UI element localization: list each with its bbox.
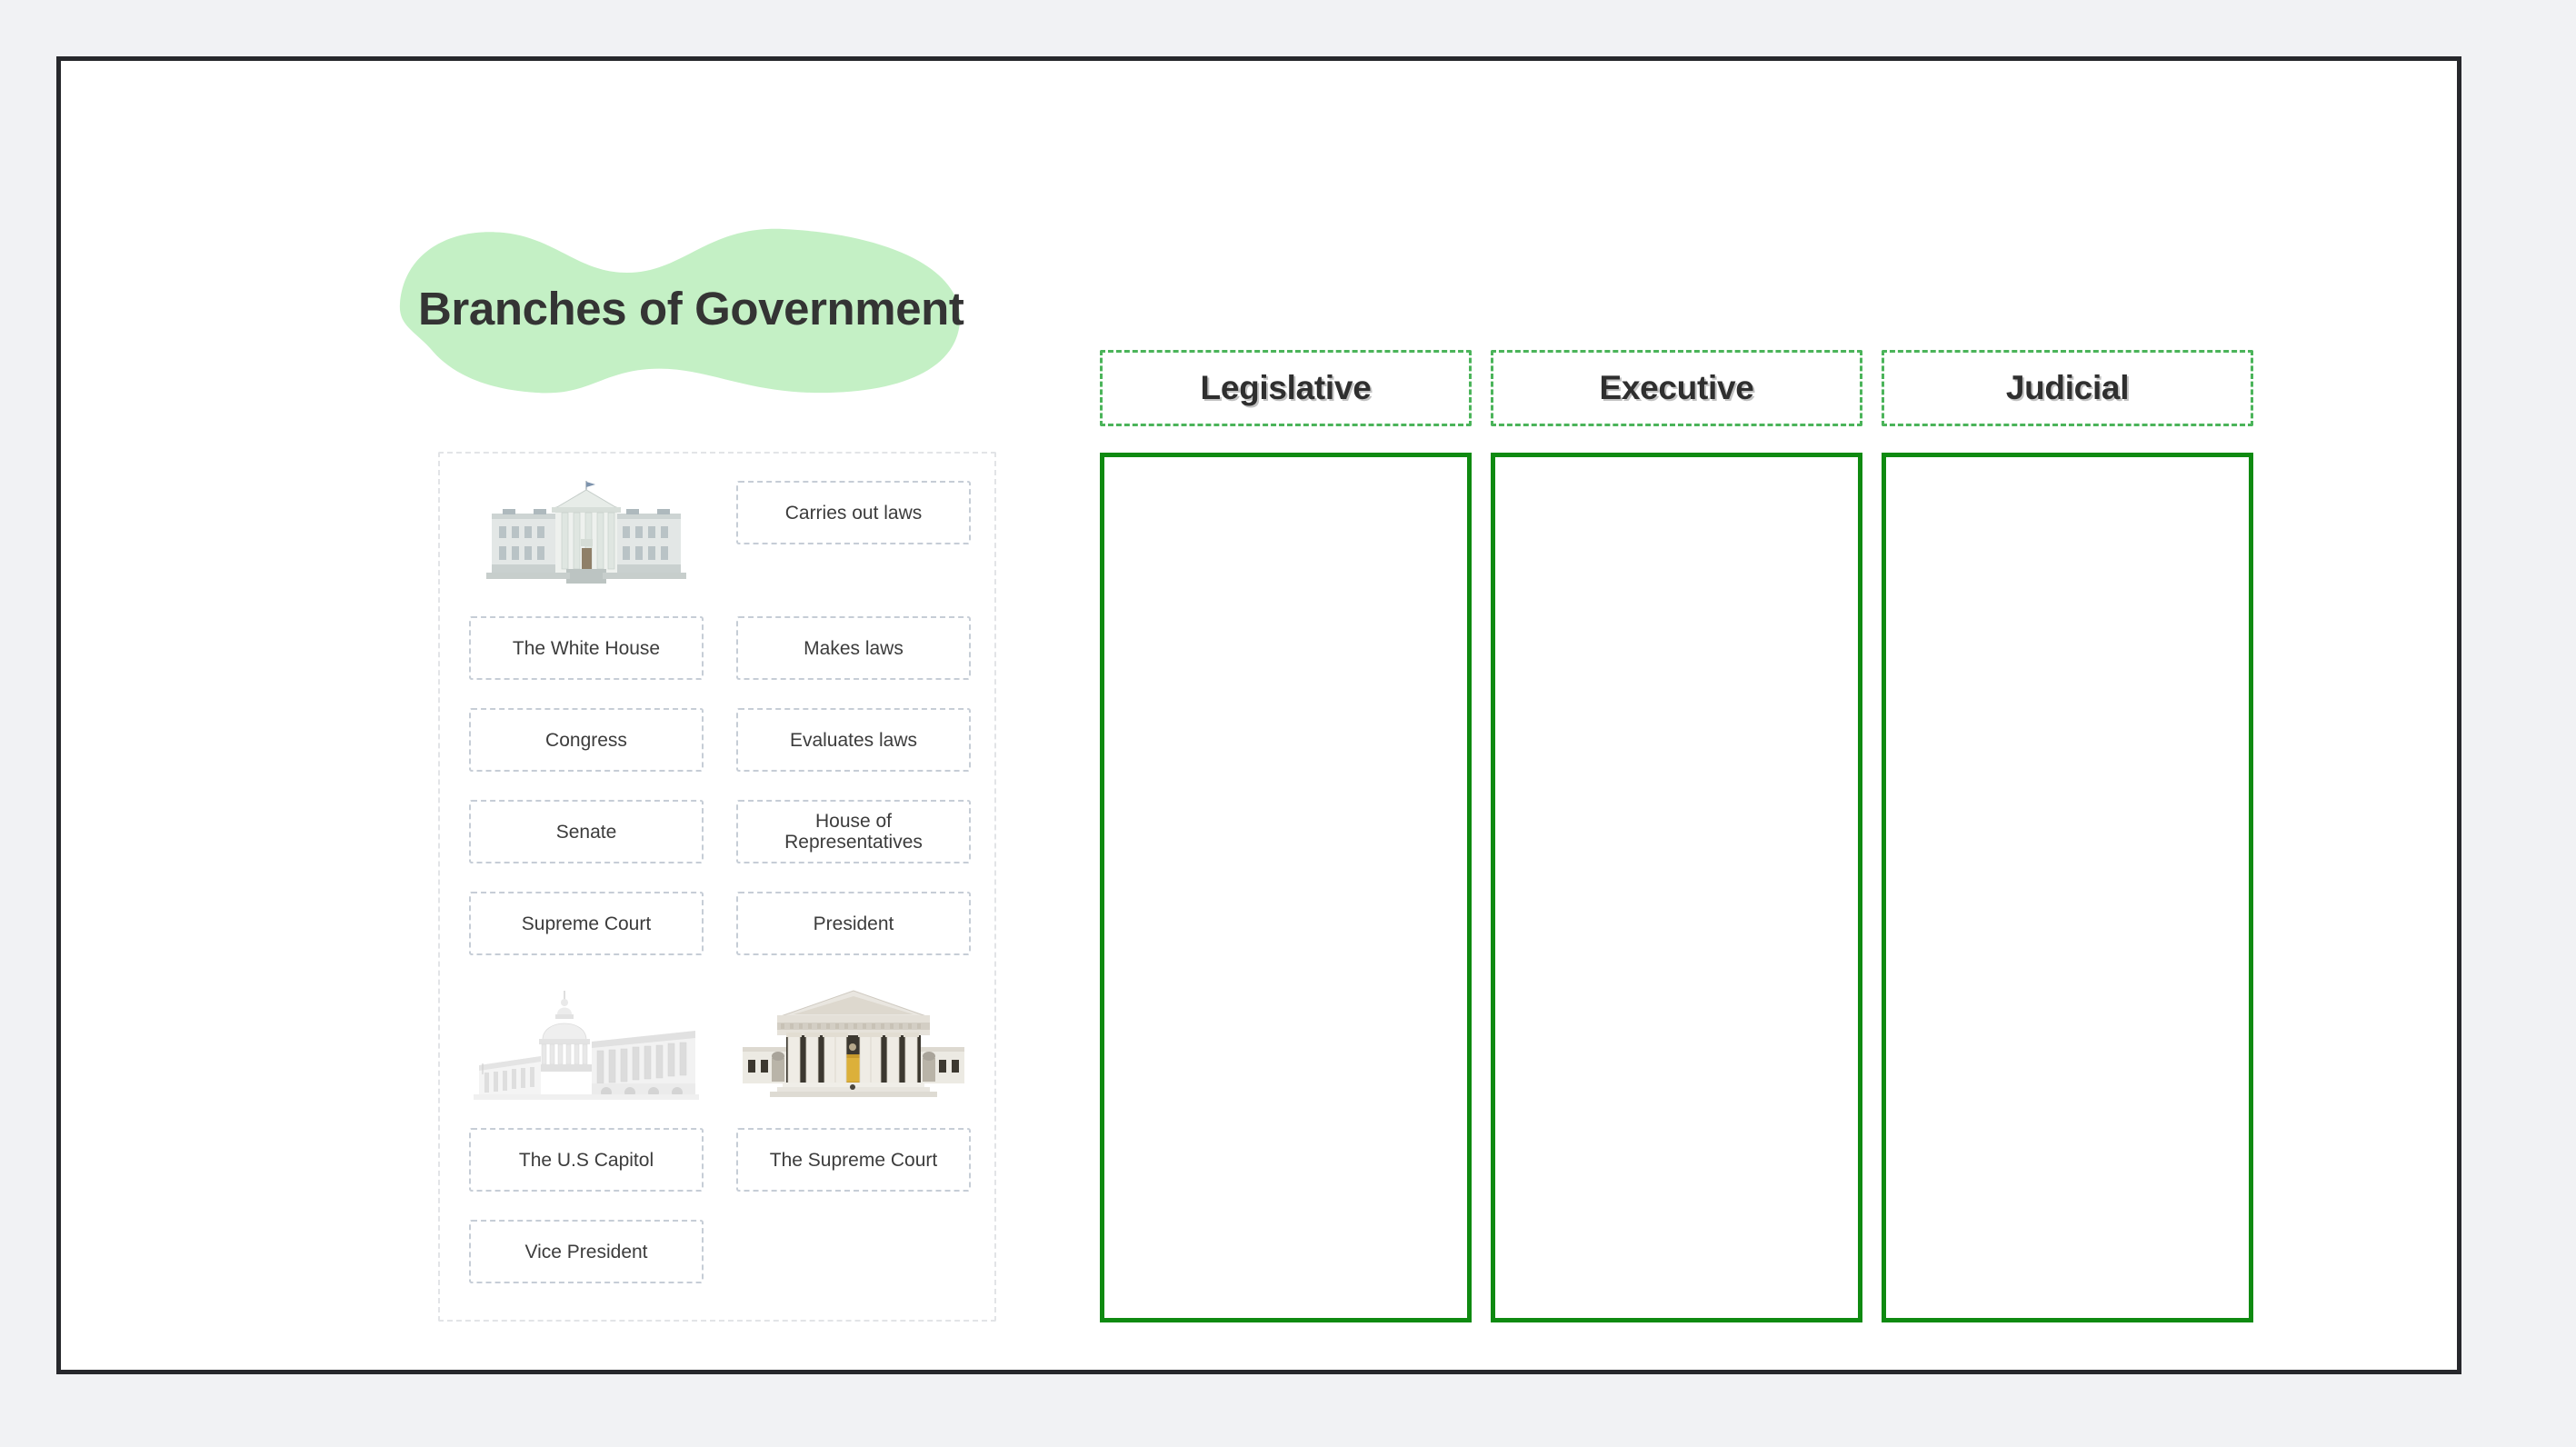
worksheet-page: Branches of Government Carries out laws … xyxy=(56,56,2461,1374)
word-bank-tile[interactable]: Carries out laws xyxy=(736,481,971,544)
tile-label: Makes laws xyxy=(804,637,904,659)
dropzone-legislative[interactable] xyxy=(1100,453,1472,1322)
tile-label: House of Representatives xyxy=(784,811,923,853)
category-column-judicial: Judicial xyxy=(1882,350,2253,1322)
word-bank-tile[interactable]: The Supreme Court xyxy=(736,1128,971,1192)
word-bank-tile[interactable]: The White House xyxy=(469,616,704,680)
category-header-legislative[interactable]: Legislative xyxy=(1100,350,1472,426)
tile-label: Carries out laws xyxy=(784,502,923,524)
tile-label: Vice President xyxy=(524,1241,648,1262)
tile-label: Congress xyxy=(545,729,627,751)
category-header-label: Legislative xyxy=(1200,369,1372,406)
category-header-label: Judicial xyxy=(2005,369,2130,406)
word-bank-tile[interactable]: Makes laws xyxy=(736,616,971,680)
word-bank-grid: Carries out laws The White House Makes l… xyxy=(469,481,971,1283)
worksheet-title: Branches of Government xyxy=(384,220,965,402)
tile-label: President xyxy=(813,913,894,934)
category-header-judicial[interactable]: Judicial xyxy=(1882,350,2253,426)
word-bank-tile[interactable]: The U.S Capitol xyxy=(469,1128,704,1192)
white-house-image[interactable] xyxy=(469,481,704,588)
page-title: Branches of Government xyxy=(418,283,964,334)
category-header-label: Executive xyxy=(1599,369,1754,406)
word-bank-tile[interactable]: Supreme Court xyxy=(469,892,704,955)
us-capitol-image[interactable] xyxy=(469,983,704,1100)
supreme-court-image[interactable] xyxy=(736,983,971,1100)
word-bank-tile[interactable]: Senate xyxy=(469,800,704,863)
tile-label-line1: House of xyxy=(814,811,893,832)
tile-label: The U.S Capitol xyxy=(518,1149,654,1171)
dropzone-executive[interactable] xyxy=(1491,453,1862,1322)
category-column-legislative: Legislative xyxy=(1100,350,1472,1322)
dropzone-judicial[interactable] xyxy=(1882,453,2253,1322)
word-bank-tile[interactable]: Vice President xyxy=(469,1220,704,1283)
tile-label: Evaluates laws xyxy=(789,729,918,751)
category-header-executive[interactable]: Executive xyxy=(1491,350,1862,426)
category-column-executive: Executive xyxy=(1491,350,1862,1322)
word-bank-tile[interactable]: President xyxy=(736,892,971,955)
word-bank-tile[interactable]: Evaluates laws xyxy=(736,708,971,772)
tile-label: The Supreme Court xyxy=(769,1149,938,1171)
tile-label: Supreme Court xyxy=(521,913,652,934)
tile-label-line2: Representatives xyxy=(784,832,923,853)
word-bank-tile[interactable]: Congress xyxy=(469,708,704,772)
category-columns: Legislative Executive Judicial xyxy=(1100,350,2272,1322)
word-bank-tile[interactable]: House of Representatives xyxy=(736,800,971,863)
tile-label: The White House xyxy=(512,637,661,659)
tile-label: Senate xyxy=(555,821,617,843)
word-bank-container: Carries out laws The White House Makes l… xyxy=(438,452,996,1322)
